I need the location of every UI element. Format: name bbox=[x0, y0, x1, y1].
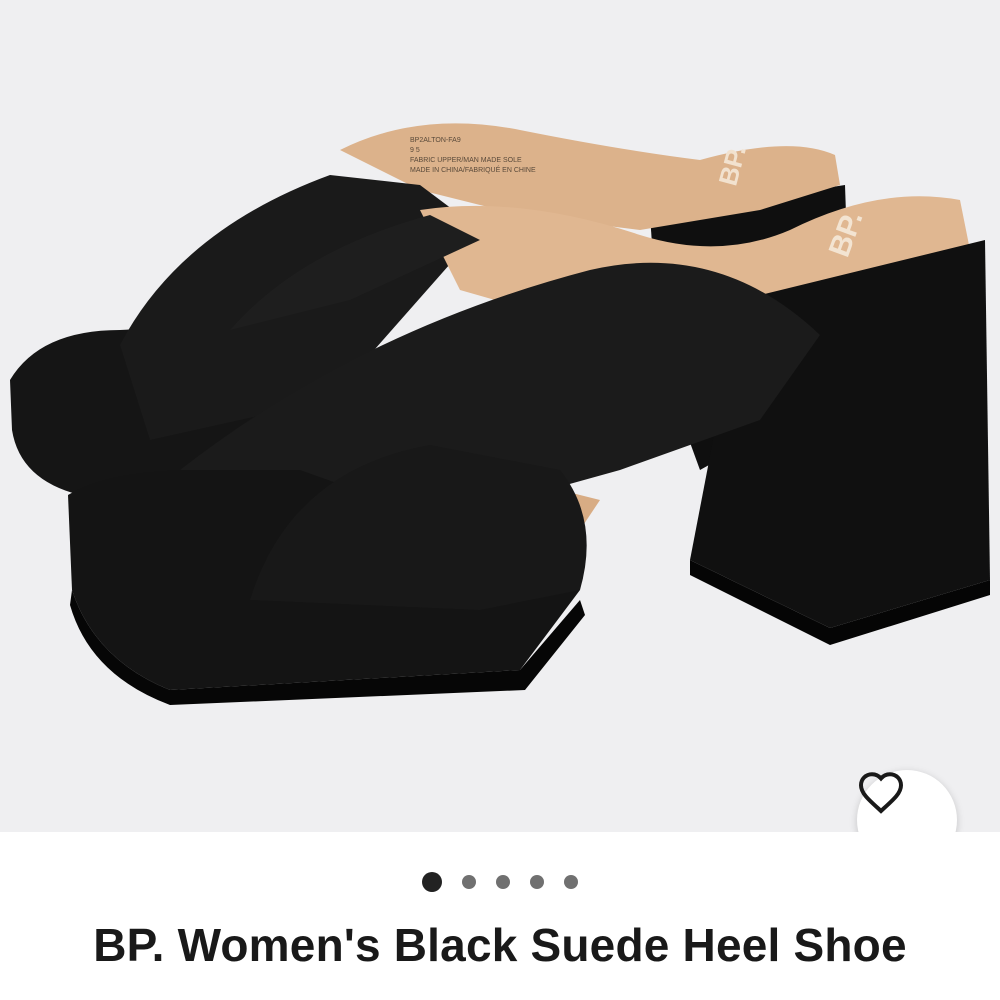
gallery-dot-1[interactable] bbox=[422, 872, 442, 892]
product-title: BP. Women's Black Suede Heel Shoe bbox=[93, 919, 907, 971]
gallery-dot-3[interactable] bbox=[496, 875, 510, 889]
insole-label-line-1: BP2ALTON-FA9 bbox=[410, 137, 461, 144]
product-image: BP. BP2ALTON-FA9 9 5 FABRIC UPPER/MAN MA… bbox=[10, 123, 990, 705]
gallery-dot-4[interactable] bbox=[530, 875, 544, 889]
insole-label-line-2: 9 5 bbox=[410, 147, 420, 154]
gallery-dot-5[interactable] bbox=[564, 875, 578, 889]
gallery-dot-2[interactable] bbox=[462, 875, 476, 889]
insole-label-line-4: MADE IN CHINA/FABRIQUÉ EN CHINE bbox=[410, 165, 536, 174]
heart-outline-icon bbox=[858, 772, 904, 814]
insole-label-line-3: FABRIC UPPER/MAN MADE SOLE bbox=[410, 157, 522, 164]
product-image-carousel[interactable]: BP. BP2ALTON-FA9 9 5 FABRIC UPPER/MAN MA… bbox=[0, 0, 1000, 832]
gallery-pagination bbox=[0, 870, 1000, 894]
